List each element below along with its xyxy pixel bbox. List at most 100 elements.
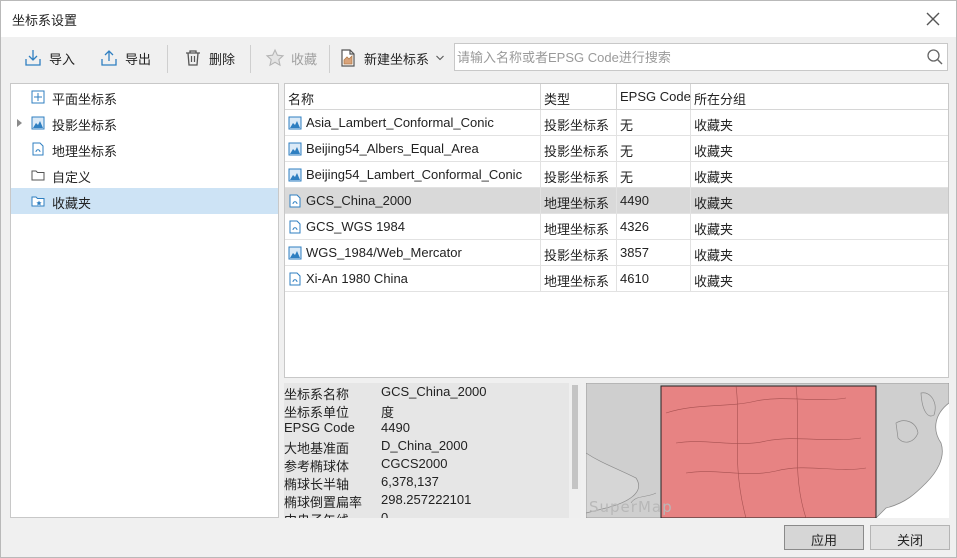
- column-header-type[interactable]: 类型: [541, 84, 617, 110]
- column-header-name[interactable]: 名称: [285, 84, 541, 110]
- cell-type: 投影坐标系: [541, 162, 617, 188]
- detail-row: 椭球长半轴 6,378,137: [284, 474, 569, 492]
- detail-key: 大地基准面: [284, 441, 350, 456]
- import-button[interactable]: 导入: [23, 45, 75, 71]
- detail-key: 中央子午线: [284, 510, 349, 518]
- expand-arrow-icon[interactable]: [16, 118, 24, 128]
- search-input[interactable]: [457, 47, 917, 67]
- dialog-title: 坐标系设置: [12, 13, 78, 28]
- detail-row: 大地基准面 D_China_2000: [284, 438, 569, 456]
- cell-name: WGS_1984/Web_Mercator: [285, 240, 541, 266]
- detail-key: 椭球长半轴: [284, 477, 350, 492]
- coordinate-system-dialog: 坐标系设置 导入 导出 删除 收藏 新建坐标系 请输入名称或者EPSG Code…: [0, 0, 957, 558]
- tree-item-projected[interactable]: 投影坐标系: [11, 110, 278, 136]
- table-row[interactable]: Beijing54_Lambert_Conformal_Conic 投影坐标系 …: [285, 162, 948, 188]
- cell-name: Xi-An 1980 China: [285, 266, 541, 292]
- import-label: 导入: [49, 51, 76, 67]
- export-button[interactable]: 导出: [99, 45, 151, 71]
- table-row[interactable]: Beijing54_Albers_Equal_Area 投影坐标系 无 收藏夹: [285, 136, 948, 162]
- detail-key: 坐标系单位: [284, 405, 350, 420]
- table-row[interactable]: WGS_1984/Web_Mercator 投影坐标系 3857 收藏夹: [285, 240, 948, 266]
- details-panel: 坐标系名称 GCS_China_2000 坐标系单位 度 EPSG Code 4…: [284, 383, 581, 518]
- tree-item-favorites[interactable]: 收藏夹: [11, 188, 278, 214]
- detail-value: CGCS2000: [381, 456, 448, 471]
- cell-type: 地理坐标系: [541, 214, 617, 240]
- detail-key: 椭球倒置扁率: [284, 495, 363, 510]
- export-label: 导出: [125, 51, 152, 67]
- cell-name: Beijing54_Lambert_Conformal_Conic: [285, 162, 541, 188]
- table-row[interactable]: GCS_China_2000 地理坐标系 4490 收藏夹: [285, 188, 948, 214]
- export-icon: [101, 50, 117, 66]
- tree-item-label: 地理坐标系: [52, 144, 118, 159]
- tree-item-label: 自定义: [52, 170, 92, 185]
- tree-item-label: 平面坐标系: [52, 92, 118, 107]
- new-document-icon: [341, 49, 355, 67]
- column-header-group[interactable]: 所在分组: [691, 84, 948, 110]
- cell-epsg: 4490: [617, 188, 691, 214]
- cell-group: 收藏夹: [694, 196, 734, 211]
- title-bar: 坐标系设置: [1, 1, 956, 37]
- detail-row: 中央子午线 0: [284, 510, 569, 518]
- cell-epsg: 无: [617, 110, 691, 136]
- chevron-down-icon[interactable]: [435, 53, 445, 63]
- delete-button[interactable]: 删除: [183, 45, 235, 71]
- toolbar-divider: [250, 45, 251, 73]
- tree-item-label: 收藏夹: [52, 196, 92, 211]
- category-tree: 平面坐标系 投影坐标系 地理坐标系 自定义 收藏夹: [10, 83, 279, 518]
- details-scrollbar[interactable]: [569, 383, 581, 518]
- toolbar-divider: [167, 45, 168, 73]
- folder-icon: [31, 170, 45, 181]
- cell-type: 地理坐标系: [541, 188, 617, 214]
- detail-row: 参考椭球体 CGCS2000: [284, 456, 569, 474]
- cell-epsg: 无: [617, 162, 691, 188]
- table-row[interactable]: Asia_Lambert_Conformal_Conic 投影坐标系 无 收藏夹: [285, 110, 948, 136]
- detail-value: 298.257222101: [381, 492, 472, 507]
- tree-item-plane[interactable]: 平面坐标系: [11, 84, 278, 110]
- geographic-icon: [32, 142, 44, 156]
- tree-item-label: 投影坐标系: [52, 118, 118, 133]
- detail-row: 椭球倒置扁率 298.257222101: [284, 492, 569, 510]
- cell-group: 收藏夹: [694, 170, 734, 185]
- new-coordinate-system-label: 新建坐标系: [364, 51, 430, 67]
- table-row[interactable]: GCS_WGS 1984 地理坐标系 4326 收藏夹: [285, 214, 948, 240]
- close-icon[interactable]: [924, 10, 942, 28]
- cell-epsg: 3857: [617, 240, 691, 266]
- cell-epsg: 4326: [617, 214, 691, 240]
- cell-type: 投影坐标系: [541, 240, 617, 266]
- cell-name: Beijing54_Albers_Equal_Area: [285, 136, 541, 162]
- detail-value: 0: [381, 510, 389, 518]
- favorite-label: 收藏: [291, 51, 318, 67]
- tree-item-custom[interactable]: 自定义: [11, 162, 278, 188]
- cell-name: GCS_WGS 1984: [285, 214, 541, 240]
- projected-map-icon: [31, 116, 45, 130]
- delete-label: 删除: [209, 51, 236, 67]
- new-coordinate-system-button[interactable]: 新建坐标系: [338, 45, 445, 71]
- detail-value: 度: [381, 405, 395, 420]
- plane-grid-icon: [31, 90, 45, 104]
- cell-group: 收藏夹: [694, 118, 734, 133]
- detail-row: 坐标系名称 GCS_China_2000: [284, 384, 569, 402]
- detail-value: D_China_2000: [381, 438, 468, 453]
- cell-type: 地理坐标系: [541, 266, 617, 292]
- cell-group: 收藏夹: [694, 274, 734, 289]
- star-icon: [265, 48, 285, 67]
- detail-key: 参考椭球体: [284, 459, 350, 474]
- tree-item-geographic[interactable]: 地理坐标系: [11, 136, 278, 162]
- detail-value: GCS_China_2000: [381, 384, 487, 399]
- scrollbar-thumb[interactable]: [572, 385, 578, 489]
- favorites-folder-icon: [31, 196, 45, 207]
- cell-epsg: 4610: [617, 266, 691, 292]
- cell-group: 收藏夹: [694, 222, 734, 237]
- trash-icon: [186, 50, 200, 66]
- apply-button[interactable]: 应用: [784, 525, 864, 550]
- cell-group: 收藏夹: [694, 144, 734, 159]
- cell-name: GCS_China_2000: [285, 188, 541, 214]
- favorite-button[interactable]: 收藏: [265, 45, 317, 71]
- detail-row: EPSG Code 4490: [284, 420, 569, 438]
- close-button[interactable]: 关闭: [870, 525, 950, 550]
- table-row[interactable]: Xi-An 1980 China 地理坐标系 4610 收藏夹: [285, 266, 948, 292]
- import-icon: [25, 50, 41, 66]
- search-icon[interactable]: [926, 48, 944, 66]
- column-header-epsg[interactable]: EPSG Code: [617, 84, 691, 110]
- search-box: [454, 43, 948, 71]
